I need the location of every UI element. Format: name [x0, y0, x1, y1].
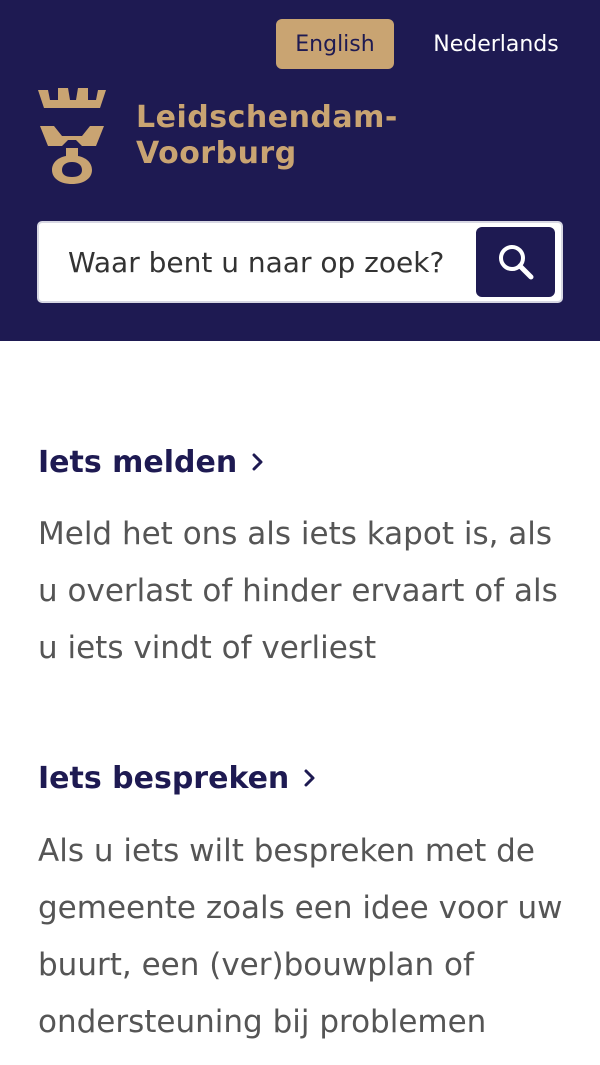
search-bar	[37, 221, 563, 303]
iets-bespreken-title: Iets bespreken	[38, 760, 290, 796]
site-header: English Nederlands Leidschendam- Voorbur…	[0, 0, 600, 341]
language-english-button[interactable]: English	[276, 19, 394, 69]
search-icon	[498, 245, 533, 280]
iets-bespreken-description: Als u iets wilt bespreken met de gemeent…	[38, 833, 563, 1040]
site-name-line-2: Voorburg	[136, 136, 297, 171]
iets-melden-title: Iets melden	[38, 444, 238, 480]
iets-bespreken-link[interactable]: Iets bespreken	[38, 756, 317, 800]
site-name: Leidschendam- Voorburg	[136, 100, 398, 172]
chevron-right-icon	[304, 769, 315, 787]
site-name-line-1: Leidschendam-	[136, 100, 398, 135]
search-button[interactable]	[476, 227, 555, 297]
search-input[interactable]	[39, 223, 473, 301]
iets-melden-link[interactable]: Iets melden	[38, 440, 265, 484]
language-dutch-button[interactable]: Nederlands	[420, 19, 572, 69]
crown-emblem-icon	[38, 88, 106, 184]
chevron-right-icon	[252, 453, 263, 471]
site-logo-link[interactable]: Leidschendam- Voorburg	[36, 86, 436, 186]
iets-melden-description: Meld het ons als iets kapot is, als u ov…	[38, 516, 558, 666]
